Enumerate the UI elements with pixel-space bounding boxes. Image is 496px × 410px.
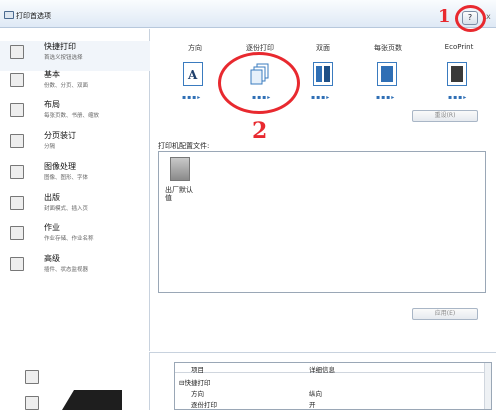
- detail-row-item[interactable]: ⊟快捷打印: [179, 377, 210, 387]
- tab-collate[interactable]: 逐份打印: [240, 43, 280, 53]
- column-detail: 详细信息: [309, 366, 335, 374]
- sidebar-item-label: 快捷打印: [44, 42, 76, 51]
- sidebar-item-label: 分页装订: [44, 131, 76, 140]
- sidebar-item-label: 出版: [44, 193, 60, 202]
- sidebar-item-advanced[interactable]: 高级 插件、状态监视器: [0, 253, 150, 283]
- sidebar-item-label: 布局: [44, 100, 60, 109]
- sidebar-item-label: 图像处理: [44, 162, 76, 171]
- imaging-icon: [10, 165, 24, 179]
- svg-text:A: A: [187, 68, 198, 82]
- sidebar-item-desc: 分隔: [44, 144, 56, 150]
- job-icon: [10, 226, 24, 240]
- settings-details: 项目 详细信息 ⊟快捷打印 方向 纵向 逐份打印 开: [174, 362, 492, 410]
- document-icon: [25, 370, 39, 384]
- callout-number-1: 1: [438, 6, 451, 27]
- sidebar-item-finishing[interactable]: 分页装订 分隔: [0, 130, 150, 160]
- sidebar-item-basic[interactable]: 基本 份数、分页、双面: [0, 69, 150, 99]
- window-title: 打印首选项: [16, 12, 51, 20]
- tab-ecoprint[interactable]: EcoPrint: [439, 43, 479, 51]
- printer-icon: [4, 11, 14, 19]
- collate-icon[interactable]: [249, 62, 269, 86]
- sidebar-item-imaging[interactable]: 图像处理 图像、图形、字体: [0, 161, 150, 191]
- sidebar-item-publishing[interactable]: 出版 封面模式、插入页: [0, 192, 150, 222]
- tab-orientation[interactable]: 方向: [181, 43, 209, 53]
- sidebar-item-job[interactable]: 作业 作业存储、作业名称: [0, 222, 150, 252]
- publishing-icon: [10, 196, 24, 210]
- sidebar-item-desc: 图像、图形、字体: [44, 175, 89, 181]
- close-button[interactable]: x: [486, 12, 491, 21]
- apply-button[interactable]: 应用(E): [412, 308, 478, 320]
- detail-row-item: 逐份打印: [191, 401, 217, 409]
- column-item: 项目: [191, 366, 204, 374]
- sidebar-item-label: 基本: [44, 70, 60, 79]
- quick-print-icon: [10, 45, 24, 59]
- duplex-icon[interactable]: [313, 62, 333, 86]
- duplex-options[interactable]: ▪▪▪▸: [311, 94, 330, 101]
- orientation-icon[interactable]: A: [183, 62, 203, 86]
- detail-row-value: 开: [309, 401, 316, 409]
- finishing-icon: [10, 134, 24, 148]
- detail-row-item: 方向: [191, 390, 204, 398]
- detail-row-value: 纵向: [309, 390, 322, 398]
- reset-button[interactable]: 重设(R): [412, 110, 478, 122]
- pages-per-sheet-icon[interactable]: [377, 62, 397, 86]
- sidebar-item-quick-print[interactable]: 快捷打印 首选义按钮选择: [0, 41, 150, 71]
- sidebar-item-desc: 首选义按钮选择: [44, 55, 83, 61]
- sidebar-item-layout[interactable]: 布局 每张页数、书册、缩放: [0, 99, 150, 129]
- sidebar-item-label: 作业: [44, 223, 60, 232]
- profiles-label: 打印机配置文件:: [158, 142, 210, 150]
- tab-pages-per-sheet[interactable]: 每张页数: [368, 43, 408, 53]
- profile-icon[interactable]: [170, 157, 190, 181]
- callout-number-2: 2: [252, 118, 268, 144]
- title-bar: 打印首选项 ? x: [0, 0, 496, 28]
- advanced-icon: [10, 257, 24, 271]
- pages-per-sheet-options[interactable]: ▪▪▪▸: [376, 94, 395, 101]
- sidebar-item-desc: 份数、分页、双面: [44, 83, 89, 89]
- basic-icon: [10, 73, 24, 87]
- ecoprint-options[interactable]: ▪▪▪▸: [448, 94, 467, 101]
- ecoprint-icon[interactable]: [447, 62, 467, 86]
- device-icon: [25, 396, 39, 410]
- help-button[interactable]: ?: [462, 11, 478, 25]
- sidebar-item-desc: 封面模式、插入页: [44, 206, 89, 212]
- collate-options[interactable]: ▪▪▪▸: [252, 94, 271, 101]
- orientation-options[interactable]: ▪▪▪▸: [182, 94, 201, 101]
- details-scrollbar[interactable]: [484, 363, 491, 409]
- sidebar-item-desc: 作业存储、作业名称: [44, 236, 94, 242]
- divider: [150, 352, 496, 353]
- tab-duplex[interactable]: 双面: [313, 43, 333, 53]
- sidebar-item-desc: 每张页数、书册、缩放: [44, 113, 100, 119]
- profile-name[interactable]: 出厂默认值: [165, 186, 195, 202]
- sidebar: 快捷打印 首选义按钮选择 基本 份数、分页、双面 布局 每张页数、书册、缩放 分…: [0, 29, 150, 351]
- layout-icon: [10, 103, 24, 117]
- profiles-list[interactable]: [158, 151, 486, 293]
- sidebar-item-label: 高级: [44, 254, 60, 263]
- sidebar-item-desc: 插件、状态监视器: [44, 267, 89, 273]
